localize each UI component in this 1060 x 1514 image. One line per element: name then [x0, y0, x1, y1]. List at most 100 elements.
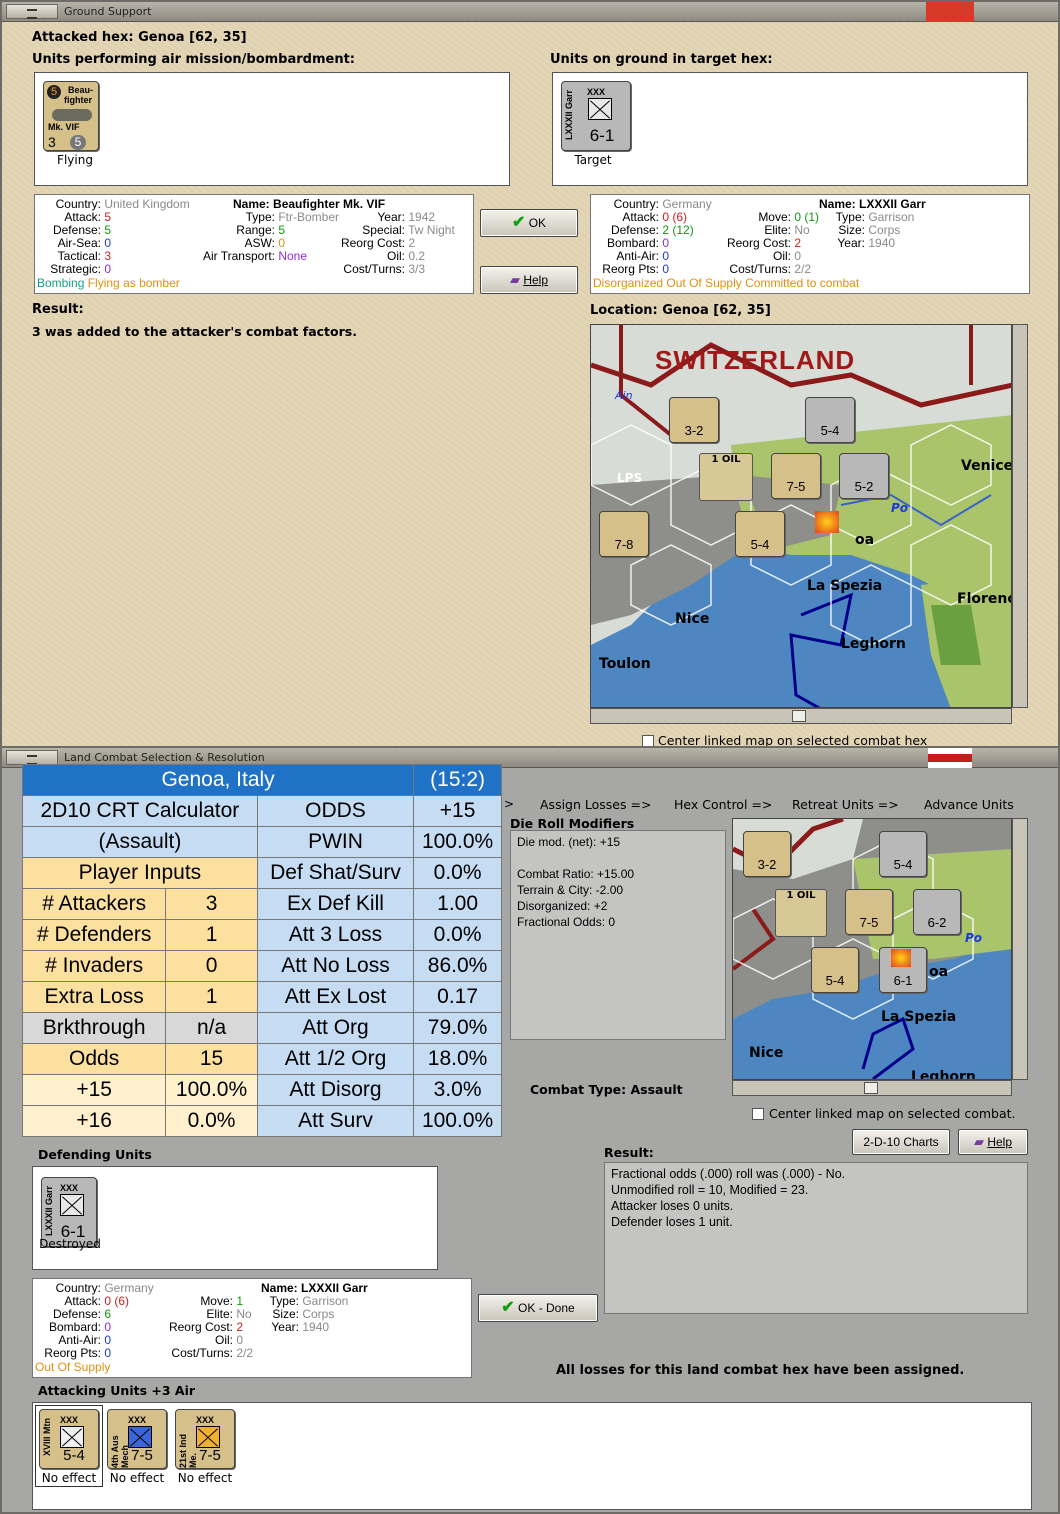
def-antiair: 0 [104, 1333, 112, 1347]
attacker-counter-1[interactable]: XVIII Mtn XXX 5-4 [39, 1409, 99, 1469]
system-menu-button[interactable] [6, 4, 58, 19]
bmap-label-nice: Nice [749, 1045, 784, 1061]
ok-done-button[interactable]: ✔ OK - Done [478, 1294, 598, 1322]
gnd-bombard: 0 [662, 236, 670, 250]
def-size-key: Size: [272, 1307, 299, 1321]
bmap-label-oa: oa [929, 964, 949, 980]
air-asw-key: ASW: [244, 236, 275, 250]
gnd-bombard-key: Bombard: [606, 236, 659, 250]
help-button-2[interactable]: ▰ Help [958, 1129, 1028, 1155]
air-oil: 0.2 [408, 249, 426, 263]
attacker-3-size: XXX [195, 1415, 214, 1425]
air-type-key: Type: [245, 210, 275, 224]
top-map[interactable]: SWITZERLAND Venice Po Ain LPS oa La Spez… [590, 324, 1012, 708]
def-elite: No [236, 1307, 252, 1321]
air-oil-key: Oil: [387, 249, 405, 263]
bmap-counter-2[interactable]: 5-4 [879, 831, 927, 877]
crt-invaders-label: # Invaders [21, 950, 167, 982]
def-unit-info: Country: Germany Attack: 0 (6) Defense: … [32, 1278, 472, 1378]
step-hex-control[interactable]: Hex Control => [674, 797, 772, 812]
attacker-2-size: XXX [127, 1415, 146, 1425]
bottom-map-vscroll[interactable] [1012, 818, 1028, 1080]
air-tactical: 3 [104, 249, 112, 263]
ok-button[interactable]: ✔ OK [480, 209, 578, 237]
target-unit-status: Target [574, 153, 612, 167]
gnd-country: Germany [662, 197, 712, 211]
def-oil: 0 [236, 1333, 244, 1347]
gnd-status-supply: Out Of Supply [666, 276, 742, 290]
bmap-counter-3[interactable]: 7-5 [845, 889, 893, 935]
def-attack: 0 (6) [104, 1294, 130, 1308]
map-label-leghorn: Leghorn [841, 636, 906, 652]
help-button[interactable]: ▰ Help [480, 266, 578, 294]
gnd-type-key: Type: [835, 210, 865, 224]
result-text: 3 was added to the attacker's combat fac… [32, 324, 357, 339]
crt-attsurv-label: Att Surv [256, 1105, 415, 1137]
crt-attexlost-value: 0.17 [413, 981, 502, 1013]
result-line-4: Defender loses 1 unit. [611, 1215, 733, 1229]
target-unit-counter[interactable]: LXXXII Garr XXX 6-1 [561, 81, 631, 151]
air-unit-left-val: 3 [48, 134, 56, 150]
center-linked-label-2: Center linked map on selected combat. [769, 1106, 1016, 1121]
bmap-counter-4[interactable]: 6-2 [913, 889, 961, 935]
target-unit-side: LXXXII Garr [564, 90, 574, 141]
crt-invaders-input[interactable]: 0 [165, 950, 258, 982]
def-bombard-key: Bombard: [48, 1320, 101, 1334]
crt-extraloss-input[interactable]: 1 [165, 981, 258, 1013]
bmap-oil-icon[interactable]: 1 OIL [775, 889, 827, 937]
bmap-counter-5[interactable]: 5-4 [811, 947, 859, 993]
check-icon-2: ✔ [501, 1299, 515, 1316]
crt-defenders-input[interactable]: 1 [165, 919, 258, 951]
attackers-label: Units performing air mission/bombardment… [32, 52, 356, 67]
title-bar[interactable]: Ground Support [2, 2, 1058, 22]
top-map-vscroll[interactable] [1012, 324, 1028, 708]
gnd-country-key: Country: [613, 197, 659, 211]
map-counter-1[interactable]: 3-2 [669, 397, 719, 443]
gnd-attack: 0 (6) [662, 210, 688, 224]
top-map-hscroll-thumb[interactable] [792, 710, 806, 722]
crt-title: 2D10 CRT Calculator [22, 795, 258, 827]
help-label: Help [523, 273, 549, 287]
crt-plus15-value: 100.0% [165, 1074, 258, 1106]
system-menu-button-2[interactable] [6, 750, 58, 765]
step-advance-units[interactable]: Advance Units [924, 797, 1014, 812]
crt-attnoloss-value: 86.0% [413, 950, 502, 982]
map-counter-5[interactable]: 7-8 [599, 511, 649, 557]
map-counter-6[interactable]: 5-4 [735, 511, 785, 557]
air-attack: 5 [104, 210, 112, 224]
window-title: Ground Support [64, 5, 152, 18]
map-counter-3[interactable]: 7-5 [771, 453, 821, 499]
air-unit-name3: Mk. VIF [48, 122, 80, 132]
crt-odds-input[interactable]: 15 [165, 1043, 258, 1075]
attacker-counter-3[interactable]: 21st Ind Me. XXX 7-5 [175, 1409, 235, 1469]
ok-label: OK [528, 216, 547, 230]
oil-resource-icon[interactable]: 1 OIL [699, 453, 753, 501]
air-unit-counter[interactable]: 5 Beau- fighter Mk. VIF 3 5 [43, 81, 99, 151]
map-counter-2[interactable]: 5-4 [805, 397, 855, 443]
step-retreat-units[interactable]: Retreat Units => [792, 797, 899, 812]
def-name: LXXXII Garr [301, 1281, 368, 1295]
map-label-florence: Florenc [957, 591, 1012, 607]
close-button[interactable] [926, 2, 974, 22]
crt-attackers-input[interactable]: 3 [165, 888, 258, 920]
crt-exdefkill-value: 1.00 [413, 888, 502, 920]
crt-attexlost-label: Att Ex Lost [256, 981, 415, 1013]
crt-player-inputs: Player Inputs [22, 857, 258, 889]
def-type-key: Type: [269, 1294, 299, 1308]
crt-pwin-value: 100.0% [413, 826, 502, 858]
map-counter-4[interactable]: 5-2 [839, 453, 889, 499]
attacker-counter-2[interactable]: 4th Aus Mech XXX 7-5 [107, 1409, 167, 1469]
bmap-counter-1[interactable]: 3-2 [743, 831, 791, 877]
crt-attorg-value: 79.0% [413, 1012, 502, 1044]
air-unit-name2: fighter [64, 95, 92, 105]
bottom-map-hscroll-thumb[interactable] [864, 1082, 878, 1094]
help-book-icon-2: ▰ [973, 1134, 984, 1149]
location-label: Location: Genoa [62, 35] [590, 303, 771, 318]
defending-units-box: LXXXII Garr XXX 6-1 Destroyed [32, 1166, 438, 1270]
bottom-map[interactable]: Po oa La Spezia Nice Leghorn 1 OIL 3-2 5… [732, 818, 1012, 1080]
step-assign-losses[interactable]: Assign Losses => [540, 797, 651, 812]
crt-plus16-value: 0.0% [165, 1105, 258, 1137]
def-antiair-key: Anti-Air: [58, 1333, 101, 1347]
crt-charts-button[interactable]: 2-D-10 Charts [852, 1129, 950, 1155]
center-linked-checkbox-2[interactable] [752, 1108, 764, 1120]
